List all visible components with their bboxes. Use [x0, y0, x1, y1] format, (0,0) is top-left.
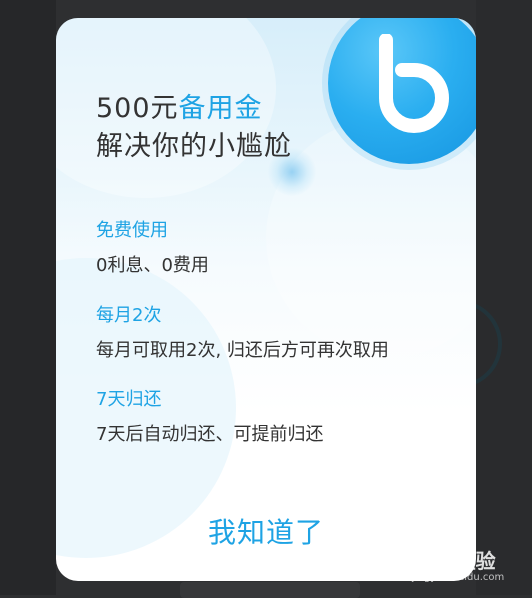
feature-title-monthly: 每月2次: [96, 305, 162, 326]
dialog-headline: 500元备用金 解决你的小尴尬: [96, 90, 292, 166]
backdrop-obscured-text: [180, 582, 360, 598]
backdrop-left-panel: [0, 0, 56, 595]
b-logo-icon: [379, 34, 449, 133]
feature-desc-return: 7天后自动归还、可提前归还: [96, 424, 324, 445]
paw-icon: [432, 552, 453, 572]
feature-title-free: 免费使用: [96, 220, 168, 241]
watermark-brand-left: Bai: [392, 549, 428, 573]
headline-accent: 备用金: [178, 93, 263, 124]
headline-line-2: 解决你的小尴尬: [96, 131, 292, 162]
backdrop-right-panel: [476, 0, 532, 595]
feature-desc-monthly: 每月可取用2次, 归还后方可再次取用: [96, 340, 389, 361]
headline-line-1: 500元备用金: [96, 90, 292, 128]
feature-title-return: 7天归还: [96, 389, 162, 410]
watermark-url: jingyan.baidu.com: [412, 572, 505, 583]
watermark-brand-right: 经验: [455, 549, 496, 573]
headline-amount: 500元: [96, 93, 179, 124]
feature-desc-free: 0利息、0费用: [96, 255, 209, 276]
reserve-fund-dialog: 500元备用金 解决你的小尴尬 免费使用 0利息、0费用 每月2次 每月可取用2…: [56, 18, 476, 581]
